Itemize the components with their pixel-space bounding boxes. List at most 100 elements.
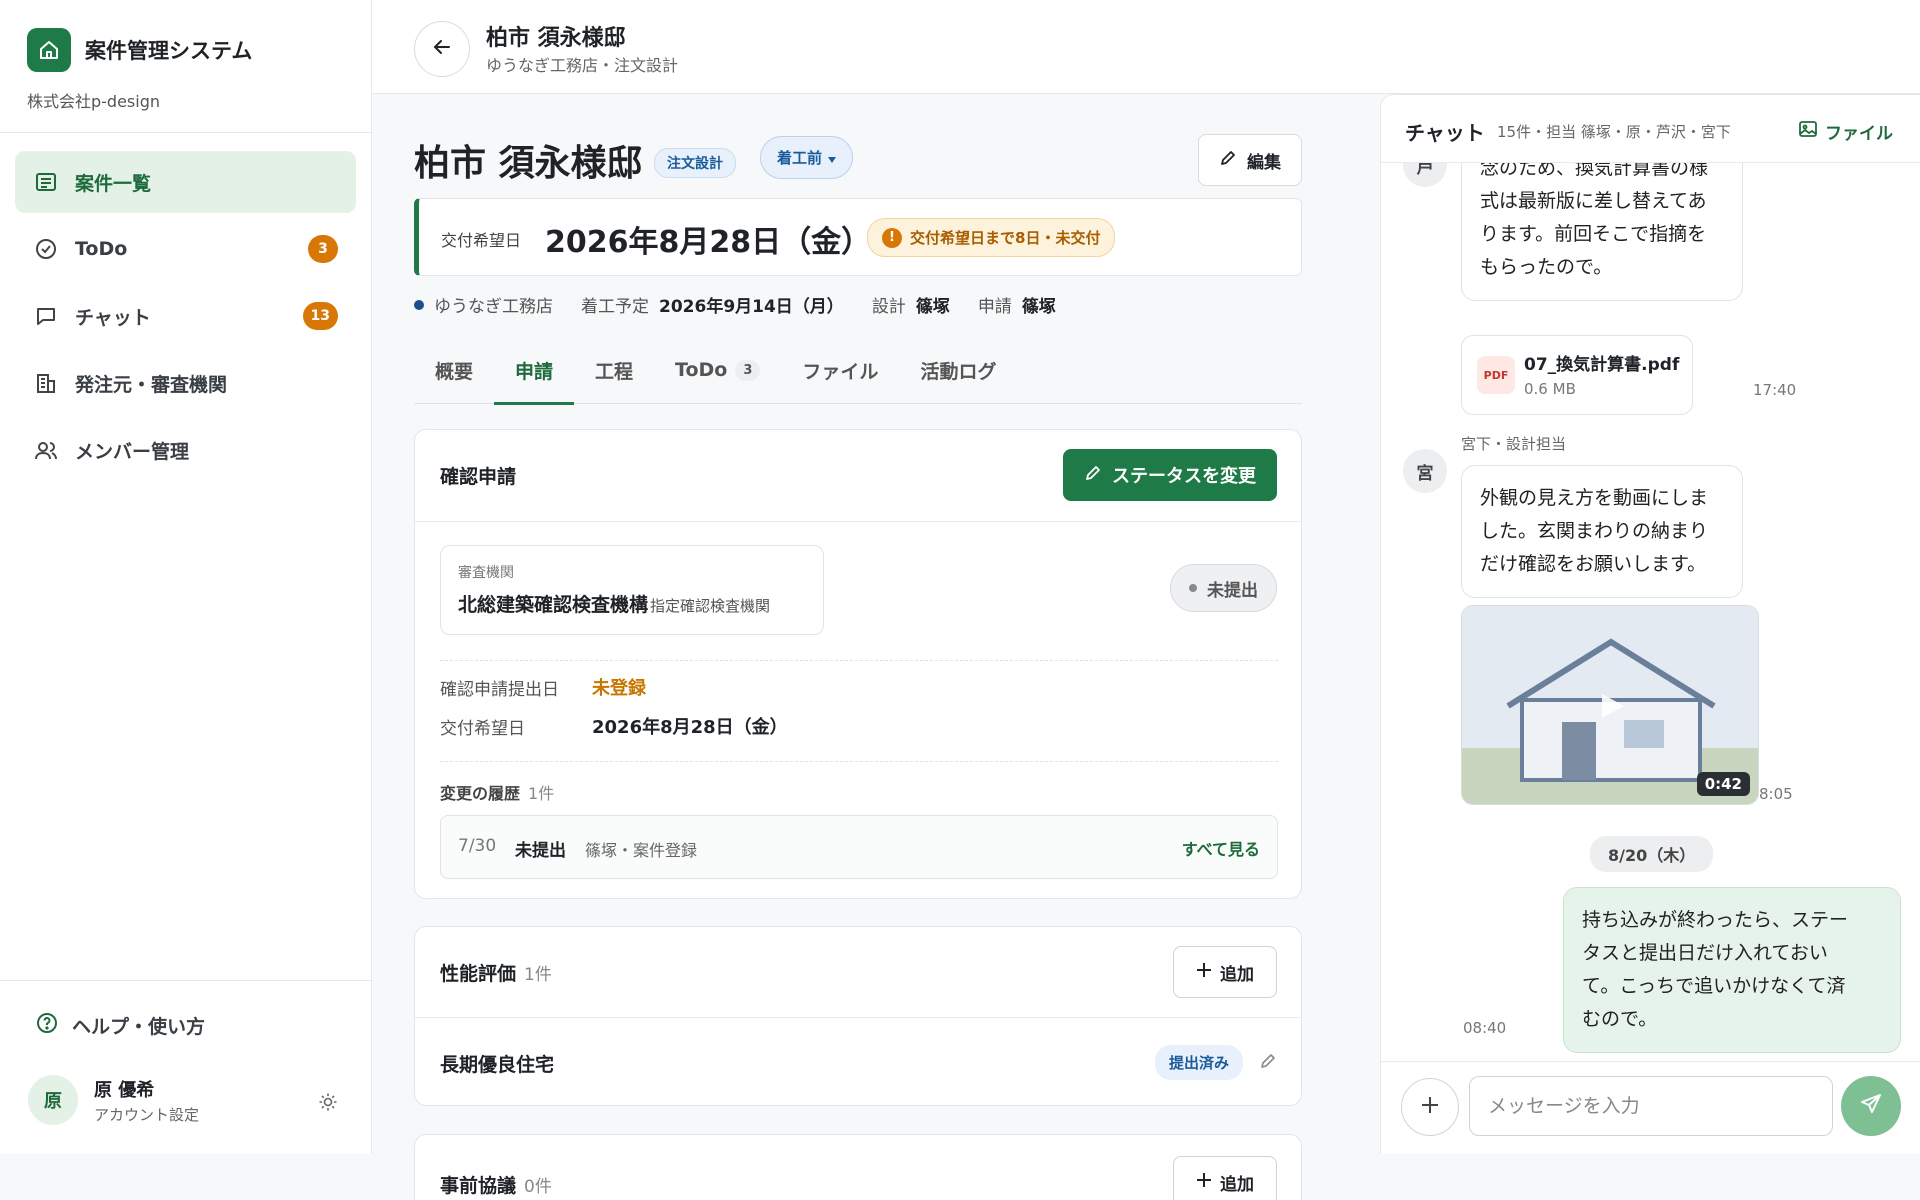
account-settings-link[interactable]: アカウント設定 <box>94 1104 199 1125</box>
message-line: むので。 <box>1582 1008 1658 1030</box>
sidebar: 案件管理システム 株式会社p-design 案件一覧 ToDo 3 チャット 1… <box>0 0 372 1154</box>
users-icon <box>33 437 59 463</box>
due-label: 交付希望日 <box>441 231 522 250</box>
pencil-icon[interactable] <box>1259 1052 1277 1074</box>
history-title: 変更の履歴 1件 <box>440 780 554 804</box>
due-warning-text: 交付希望日まで8日・未交付 <box>910 229 1101 247</box>
user-menu[interactable]: 原 原 優希 アカウント設定 <box>28 1075 199 1125</box>
message-line: タスと提出日だけ入れておい <box>1582 942 1828 964</box>
chat-composer <box>1381 1061 1920 1154</box>
message-time: 08:40 <box>1463 1019 1507 1037</box>
page-title: 柏市 須永様邸 <box>414 143 643 184</box>
start-label: 着工予定 <box>581 297 649 317</box>
sidebar-nav: 案件一覧 ToDo 3 チャット 13 発注元・審査機関 メンバー管理 <box>15 151 356 486</box>
edit-button[interactable]: 編集 <box>1198 134 1302 186</box>
tab-todo[interactable]: ToDo 3 <box>654 336 781 404</box>
card-header: 確認申請 ステータスを変更 <box>415 430 1301 522</box>
divider <box>440 660 1278 661</box>
attach-button[interactable] <box>1401 1078 1459 1136</box>
send-button[interactable] <box>1841 1076 1901 1136</box>
due-warning-badge: ! 交付希望日まで8日・未交付 <box>867 218 1116 257</box>
card-title: 事前協議 0件 <box>440 1171 552 1198</box>
message-line: 持ち込みが終わったら、ステー <box>1582 909 1849 931</box>
due-date: 2026年8月28日（金） <box>545 225 872 260</box>
date-separator: 8/20（木） <box>1590 836 1714 872</box>
plus-icon <box>1420 1095 1440 1119</box>
sidebar-item-label: チャット <box>75 306 151 329</box>
message-line: だけ確認をお願いします。 <box>1480 553 1707 575</box>
pencil-icon <box>1084 464 1102 487</box>
pdf-icon: PDF <box>1477 356 1515 394</box>
agency-name: 北総建築確認検査機構 指定確認検査機関 <box>458 590 770 617</box>
review-agency-box: 審査機関 北総建築確認検査機構 指定確認検査機関 <box>440 545 824 635</box>
change-status-button[interactable]: ステータスを変更 <box>1063 449 1277 501</box>
sidebar-item-clients[interactable]: 発注元・審査機関 <box>15 352 356 414</box>
back-button[interactable] <box>414 21 470 77</box>
history-title-text: 変更の履歴 <box>440 784 521 803</box>
send-icon <box>1860 1093 1882 1119</box>
message-line: もらったので。 <box>1480 256 1613 278</box>
history-row: 7/30 未提出 篠塚・案件登録 すべて見る <box>440 815 1278 879</box>
file-size: 0.6 MB <box>1524 380 1576 398</box>
card-count: 1件 <box>524 965 552 985</box>
sidebar-item-projects[interactable]: 案件一覧 <box>15 151 356 213</box>
apply-label: 申請 <box>977 297 1012 317</box>
design-value: 篠塚 <box>915 297 950 317</box>
message-line: て。こっちで追いかけなくて済 <box>1582 975 1846 997</box>
app-title: 案件管理システム <box>85 39 253 63</box>
tab-activity-log[interactable]: 活動ログ <box>899 336 1017 404</box>
edit-label: 編集 <box>1247 152 1281 173</box>
sidebar-item-members[interactable]: メンバー管理 <box>15 419 356 481</box>
avatar: 宮 <box>1403 449 1447 493</box>
agency-label: 審査機関 <box>458 565 514 581</box>
building-icon <box>33 370 59 396</box>
sidebar-item-chat[interactable]: チャット 13 <box>15 285 356 347</box>
sidebar-item-label: 案件一覧 <box>75 172 152 195</box>
video-attachment[interactable]: 0:42 <box>1461 605 1759 805</box>
message-sender: 宮下・設計担当 <box>1461 435 1567 453</box>
chat-meta: 15件・担当 篠塚・原・芦沢・宮下 <box>1497 123 1731 141</box>
history-status: 未提出 <box>515 841 566 861</box>
item-name: 長期優良住宅 <box>440 1054 555 1076</box>
message-input[interactable] <box>1469 1076 1833 1136</box>
status-label: 着工前 <box>777 149 823 167</box>
message-line: 外観の見え方を動画にしま <box>1480 487 1709 509</box>
theme-toggle-icon[interactable] <box>316 1090 340 1114</box>
client-dot-icon <box>414 299 424 310</box>
image-icon <box>1799 121 1817 142</box>
tab-overview[interactable]: 概要 <box>414 336 494 404</box>
history-count: 1件 <box>528 784 555 803</box>
add-label: 追加 <box>1220 1174 1254 1195</box>
list-item[interactable]: 長期優良住宅 提出済み <box>415 1017 1301 1109</box>
view-all-link[interactable]: すべて見る <box>1182 836 1260 860</box>
chat-header: チャット 15件・担当 篠塚・原・芦沢・宮下 ファイル <box>1381 95 1920 163</box>
chat-message: 外観の見え方を動画にしま した。玄関まわりの納まり だけ確認をお願いします。 <box>1461 465 1743 598</box>
plus-icon <box>1196 1172 1212 1193</box>
apply-value: 篠塚 <box>1021 297 1056 317</box>
tab-files[interactable]: ファイル <box>781 336 899 404</box>
brand[interactable]: 案件管理システム <box>0 0 371 72</box>
plus-icon <box>1196 962 1212 983</box>
chat-files-button[interactable]: ファイル <box>1799 119 1893 144</box>
help-icon <box>36 1012 58 1039</box>
project-meta: ゆうなぎ工務店 着工予定 2026年9月14日（月） 設計 篠塚 申請 篠塚 <box>414 292 1056 317</box>
card-header: 事前協議 0件 追加 <box>415 1135 1301 1200</box>
chat-panel: チャット 15件・担当 篠塚・原・芦沢・宮下 ファイル 芦 念のため、換気計算書… <box>1380 94 1920 1154</box>
sidebar-item-todo[interactable]: ToDo 3 <box>15 218 356 280</box>
project-status-dropdown[interactable]: 着工前 <box>760 136 854 179</box>
status-text: 未提出 <box>1207 580 1258 601</box>
add-button[interactable]: 追加 <box>1173 1156 1277 1200</box>
add-button[interactable]: 追加 <box>1173 946 1277 998</box>
title-row: 柏市 須永様邸 注文設計 着工前 編集 <box>414 134 1302 188</box>
tab-applications[interactable]: 申請 <box>494 336 575 405</box>
card-title: 性能評価 1件 <box>440 959 552 986</box>
help-link[interactable]: ヘルプ・使い方 <box>36 1012 205 1039</box>
performance-evaluation-card: 性能評価 1件 追加 長期優良住宅 提出済み <box>414 926 1302 1106</box>
chat-files-label: ファイル <box>1825 124 1893 144</box>
file-attachment[interactable]: PDF 07_換気計算書.pdf 0.6 MB <box>1461 335 1693 415</box>
card-count: 0件 <box>524 1177 552 1197</box>
tab-schedule[interactable]: 工程 <box>574 336 654 404</box>
chat-title: チャット <box>1405 121 1485 145</box>
message-time: 8:05 <box>1759 785 1793 803</box>
sidebar-item-label: 発注元・審査機関 <box>75 373 228 396</box>
